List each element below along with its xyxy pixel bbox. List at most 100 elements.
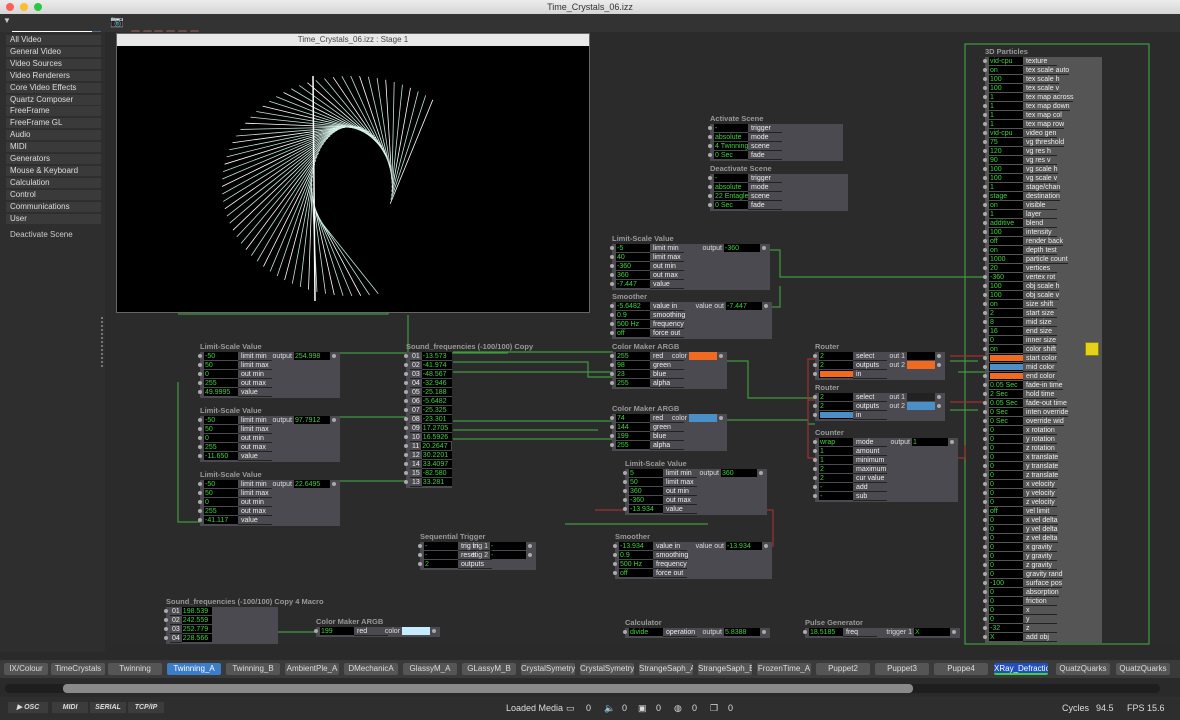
port-connector-icon[interactable] xyxy=(164,617,168,622)
input-value[interactable] xyxy=(989,372,1023,380)
actor-limit-scale-value[interactable]: Limit-Scale Value -50 limit min 50 limit max… xyxy=(198,470,340,526)
input-value[interactable]: -13.573 xyxy=(421,352,452,360)
input-value[interactable]: -13.934 xyxy=(629,505,663,513)
input-value[interactable]: 0.05 Sec xyxy=(989,381,1023,389)
scene-tab-ix-colour[interactable]: IX/Colour xyxy=(4,663,48,675)
port-connector-icon[interactable] xyxy=(983,436,987,441)
input-value[interactable]: on xyxy=(989,201,1023,209)
input-value[interactable]: 0 xyxy=(989,471,1023,479)
input-value[interactable]: 360 xyxy=(629,487,663,495)
input-value[interactable]: 50 xyxy=(204,425,238,433)
input-value[interactable]: 2 xyxy=(989,309,1023,317)
port-connector-icon[interactable] xyxy=(404,380,408,385)
actor-smoother[interactable]: Smoother -5.6482 value in 0.9 smoothing 500 H… xyxy=(610,292,772,339)
input-value[interactable]: 0 xyxy=(204,370,238,378)
port-connector-icon[interactable] xyxy=(813,493,817,498)
input-value[interactable]: 1 xyxy=(819,456,853,464)
category-general-video[interactable]: General Video xyxy=(6,46,101,57)
input-value[interactable]: -50 xyxy=(204,416,238,424)
scene-tab-strangesaph-a[interactable]: StrangeSaph_A xyxy=(639,663,693,675)
input-value[interactable]: 500 Hz xyxy=(619,560,653,568)
input-value[interactable]: 2 xyxy=(819,465,853,473)
port-connector-icon[interactable] xyxy=(764,543,768,548)
actor-counter[interactable]: Counter wrap mode 1 amount 1 minimum 2 maximum 2 c… xyxy=(813,428,958,502)
port-connector-icon[interactable] xyxy=(983,589,987,594)
input-value[interactable]: -50 xyxy=(204,352,238,360)
input-value[interactable]: 0 xyxy=(989,336,1023,344)
input-value[interactable]: 255 xyxy=(616,441,650,449)
port-connector-icon[interactable] xyxy=(983,481,987,486)
category-core-video-effects[interactable]: Core Video Effects xyxy=(6,82,101,93)
port-connector-icon[interactable] xyxy=(983,67,987,72)
port-connector-icon[interactable] xyxy=(198,481,202,486)
sidebar-resize-handle[interactable] xyxy=(101,317,105,367)
port-connector-icon[interactable] xyxy=(983,526,987,531)
category-control[interactable]: Control xyxy=(6,189,101,200)
port-connector-icon[interactable] xyxy=(813,394,817,399)
port-connector-icon[interactable] xyxy=(528,543,532,548)
port-connector-icon[interactable] xyxy=(404,353,408,358)
port-connector-icon[interactable] xyxy=(983,382,987,387)
stage-preview-window[interactable]: Time_Crystals_06.izz : Stage 1 xyxy=(116,33,590,313)
port-connector-icon[interactable] xyxy=(610,312,614,317)
port-connector-icon[interactable] xyxy=(983,463,987,468)
scene-tab-xray-defraction[interactable]: XRay_Defraction xyxy=(994,663,1048,675)
actor-pulse-generator[interactable]: Pulse Generator 18.5185 freq trigger 1X xyxy=(803,618,960,638)
port-connector-icon[interactable] xyxy=(983,292,987,297)
input-value[interactable]: 255 xyxy=(204,379,238,387)
port-connector-icon[interactable] xyxy=(983,616,987,621)
port-connector-icon[interactable] xyxy=(762,629,766,634)
input-value[interactable]: -360 xyxy=(989,273,1023,281)
actor-sound-frequencies-100-100-copy[interactable]: Sound_frequencies (-100/100) Copy 01 -13.5… xyxy=(404,342,533,488)
scene-tab-puppet2[interactable]: Puppet2 xyxy=(816,663,870,675)
actor-limit-scale-value[interactable]: Limit-Scale Value -50 limit min 50 limit max… xyxy=(198,342,340,398)
input-value[interactable]: 2 xyxy=(819,361,853,369)
port-connector-icon[interactable] xyxy=(610,330,614,335)
input-value[interactable]: wrap xyxy=(819,438,853,446)
input-value[interactable]: 1 xyxy=(819,447,853,455)
input-value[interactable]: 1 xyxy=(989,102,1023,110)
scene-tab-strangesaph-b[interactable]: StrangeSaph_B xyxy=(698,663,752,675)
input-value[interactable]: 2 xyxy=(819,402,853,410)
input-value[interactable]: -82.580 xyxy=(421,469,452,477)
port-connector-icon[interactable] xyxy=(813,457,817,462)
port-connector-icon[interactable] xyxy=(708,143,712,148)
port-connector-icon[interactable] xyxy=(983,328,987,333)
port-connector-icon[interactable] xyxy=(937,403,941,408)
actor-router[interactable]: Router 2 select 2 outputs in out 1 out 2 xyxy=(813,383,945,421)
input-value[interactable]: 0 xyxy=(989,516,1023,524)
port-connector-icon[interactable] xyxy=(983,427,987,432)
port-connector-icon[interactable] xyxy=(198,371,202,376)
input-value[interactable]: -5.6482 xyxy=(421,397,452,405)
output-color-swatch[interactable] xyxy=(907,352,935,360)
collapse-triangle-icon[interactable]: ▼ xyxy=(3,16,11,25)
port-connector-icon[interactable] xyxy=(708,152,712,157)
port-connector-icon[interactable] xyxy=(813,412,817,417)
actor-limit-scale-value[interactable]: Limit-Scale Value -5 limit min 40 limit max -… xyxy=(610,234,770,290)
port-connector-icon[interactable] xyxy=(983,571,987,576)
port-connector-icon[interactable] xyxy=(937,353,941,358)
input-value[interactable]: 360 xyxy=(616,271,650,279)
input-value[interactable]: on xyxy=(989,246,1023,254)
input-value[interactable]: 198.539 xyxy=(181,607,212,615)
port-connector-icon[interactable] xyxy=(610,415,614,420)
port-connector-icon[interactable] xyxy=(314,628,318,633)
category-mouse-keyboard[interactable]: Mouse & Keyboard xyxy=(6,165,101,176)
port-connector-icon[interactable] xyxy=(813,371,817,376)
port-connector-icon[interactable] xyxy=(813,353,817,358)
port-connector-icon[interactable] xyxy=(813,448,817,453)
port-connector-icon[interactable] xyxy=(198,362,202,367)
port-connector-icon[interactable] xyxy=(198,490,202,495)
input-value[interactable]: X xyxy=(989,633,1023,641)
input-value[interactable]: -5.6482 xyxy=(616,302,650,310)
input-value[interactable]: 255 xyxy=(616,379,650,387)
port-connector-icon[interactable] xyxy=(762,245,766,250)
port-connector-icon[interactable] xyxy=(610,303,614,308)
output-value[interactable]: -7.447 xyxy=(726,302,762,310)
input-value[interactable]: 18.5185 xyxy=(809,628,843,636)
output-color-swatch[interactable] xyxy=(689,352,717,360)
input-value[interactable]: 98 xyxy=(616,361,650,369)
port-connector-icon[interactable] xyxy=(983,598,987,603)
port-connector-icon[interactable] xyxy=(610,245,614,250)
port-connector-icon[interactable] xyxy=(983,517,987,522)
